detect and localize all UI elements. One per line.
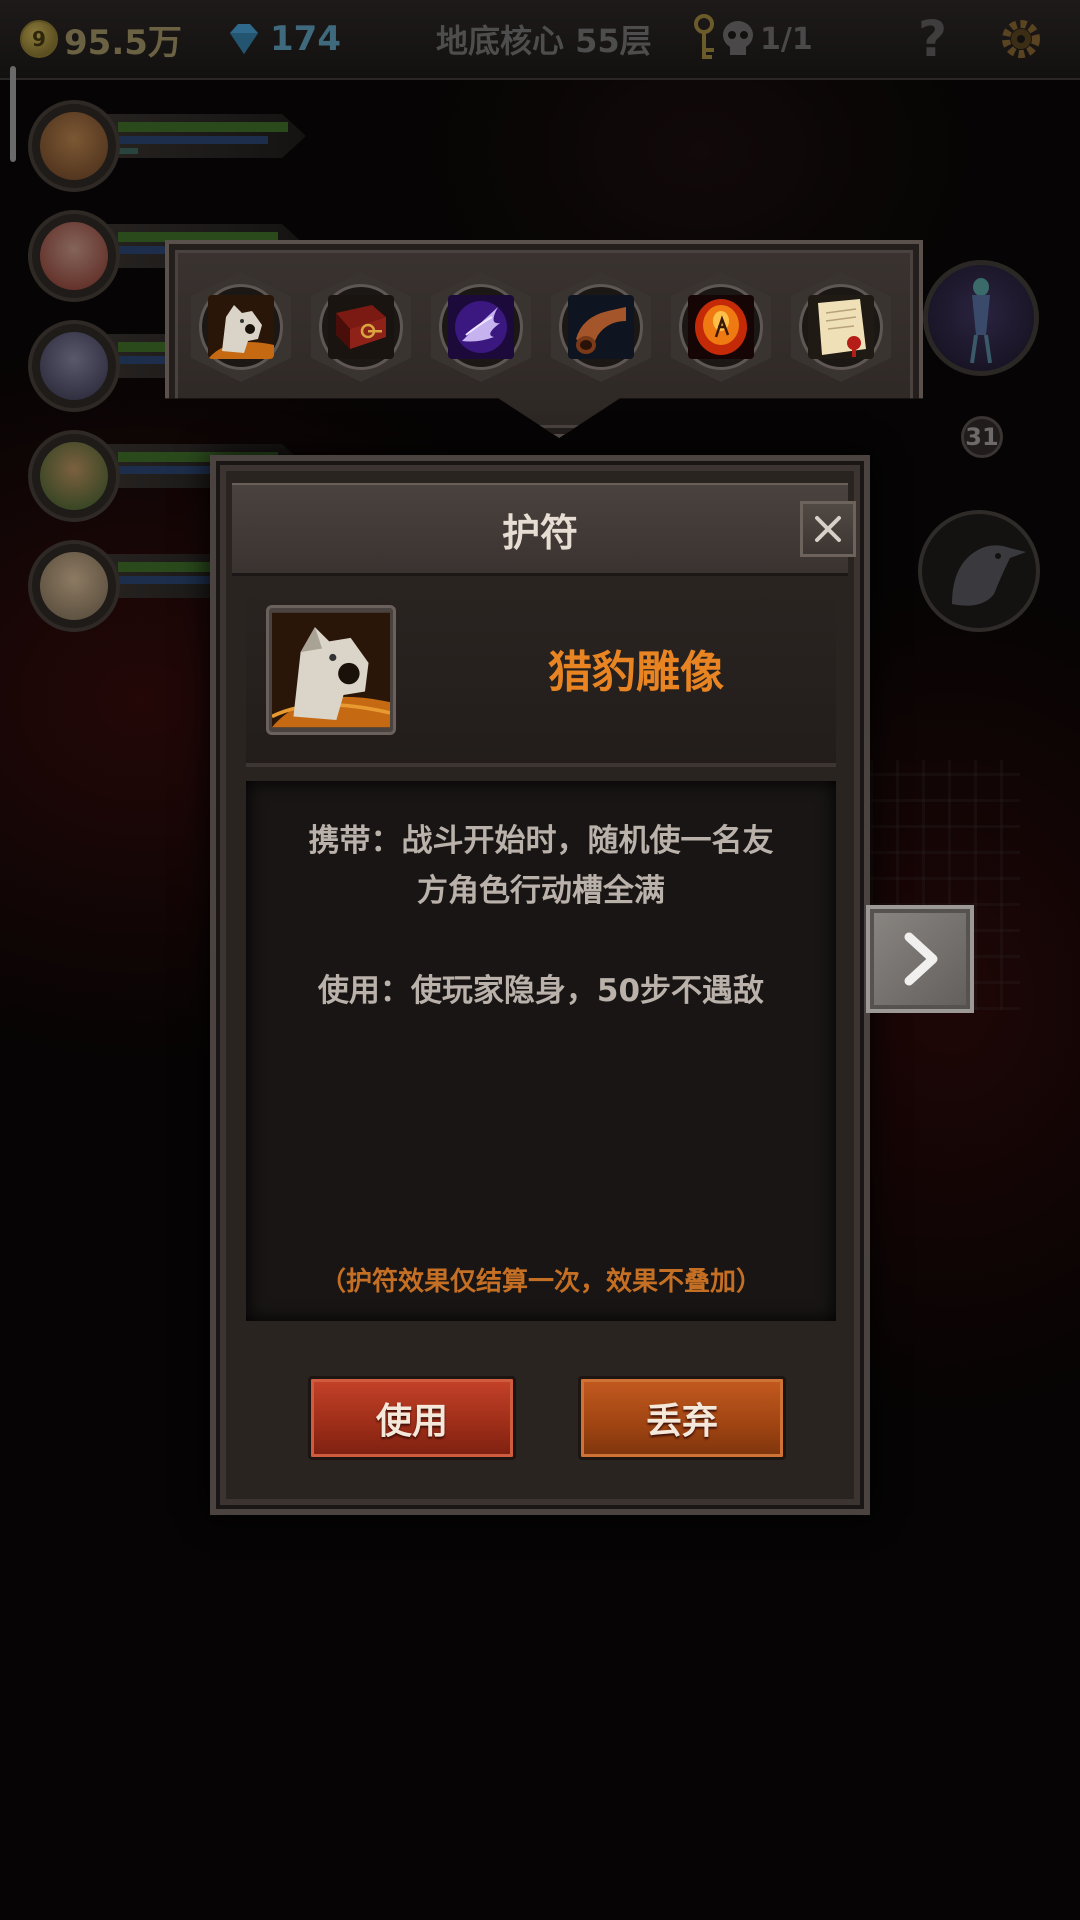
gold-counter: 9 95.5万	[20, 12, 182, 66]
enemy-portrait[interactable]: 31	[915, 260, 1045, 458]
use-effect: 使用：使玩家隐身，50步不遇敌	[317, 973, 765, 1009]
dungeon-floor: 地底核心 55层	[436, 12, 652, 66]
gem-counter: 174	[226, 12, 341, 66]
sp-bar	[118, 148, 138, 154]
amber-icon	[688, 295, 754, 359]
scrollbar[interactable]	[10, 66, 16, 162]
next-button[interactable]	[866, 905, 974, 1013]
carry-effect: 携带：战斗开始时，随机使一名友 方角色行动槽全满	[266, 816, 816, 916]
mp-bar	[118, 136, 268, 144]
gold-amount: 95.5万	[64, 22, 182, 63]
hp-bar	[118, 122, 288, 132]
dancer-figure-icon	[970, 278, 992, 364]
carry-effect-line-1: 携带：战斗开始时，随机使一名友	[308, 823, 774, 859]
item-name: 猎豹雕像	[548, 647, 724, 698]
close-icon	[815, 516, 841, 542]
leopard-statue-icon	[272, 612, 390, 728]
horn-icon	[568, 295, 634, 359]
amulet-slot-4[interactable]	[551, 272, 651, 382]
purple-wing-icon	[448, 295, 514, 359]
amulet-slot-2[interactable]	[311, 272, 411, 382]
dialog-title: 护符	[501, 510, 578, 555]
amulet-slot-6[interactable]	[791, 272, 891, 382]
help-icon: ?	[918, 10, 948, 68]
amulet-slot-5[interactable]	[671, 272, 771, 382]
enemy-avatar	[923, 260, 1039, 376]
amulet-slot-3[interactable]	[431, 272, 531, 382]
item-header: 猎豹雕像	[246, 583, 836, 767]
hero-avatar	[28, 210, 120, 302]
amulet-dialog: 护符 猎豹雕像 携带：战斗开始时，随机使一名友 方角色行动槽全满 使用：使玩家隐…	[210, 455, 870, 1515]
effect-note: （护符效果仅结算一次，效果不叠加）	[319, 1267, 762, 1297]
hero-avatar	[28, 100, 120, 192]
hero-avatar	[28, 430, 120, 522]
coin-icon: 9	[20, 20, 58, 58]
gear-icon	[1002, 20, 1040, 58]
chevron-right-icon	[904, 932, 938, 986]
settings-button[interactable]	[996, 12, 1046, 66]
carry-effect-line-2: 方角色行动槽全满	[417, 873, 665, 909]
key-icon	[694, 14, 714, 59]
hero-portrait-1[interactable]	[18, 100, 318, 195]
gem-icon	[230, 24, 258, 54]
raven-medallion[interactable]	[918, 510, 1040, 632]
dialog-header: 护符	[232, 483, 856, 576]
scroll-letter-icon	[808, 295, 874, 359]
amulet-slot-1[interactable]	[191, 272, 291, 382]
use-button[interactable]: 使用	[308, 1376, 516, 1460]
level-badge: 31	[961, 416, 1003, 458]
skull-count: 1/1	[760, 21, 813, 57]
gem-amount: 174	[270, 19, 341, 59]
help-button[interactable]: ?	[918, 10, 948, 68]
boss-counter: 1/1	[690, 12, 813, 66]
skull-icon	[723, 21, 753, 55]
hero-avatar	[28, 320, 120, 412]
floor-label: 地底核心 55层	[436, 22, 652, 60]
close-button[interactable]	[800, 501, 856, 557]
hero-avatar	[28, 540, 120, 632]
discard-button[interactable]: 丢弃	[578, 1376, 786, 1460]
description-panel: 携带：战斗开始时，随机使一名友 方角色行动槽全满 使用：使玩家隐身，50步不遇敌…	[246, 781, 836, 1321]
item-icon	[266, 605, 396, 735]
leopard-statue-icon	[208, 295, 274, 359]
red-book-icon	[328, 295, 394, 359]
raven-icon	[952, 545, 1026, 606]
status-bar: 9 95.5万 174 地底核心 55层 1/1 ?	[0, 0, 1080, 80]
